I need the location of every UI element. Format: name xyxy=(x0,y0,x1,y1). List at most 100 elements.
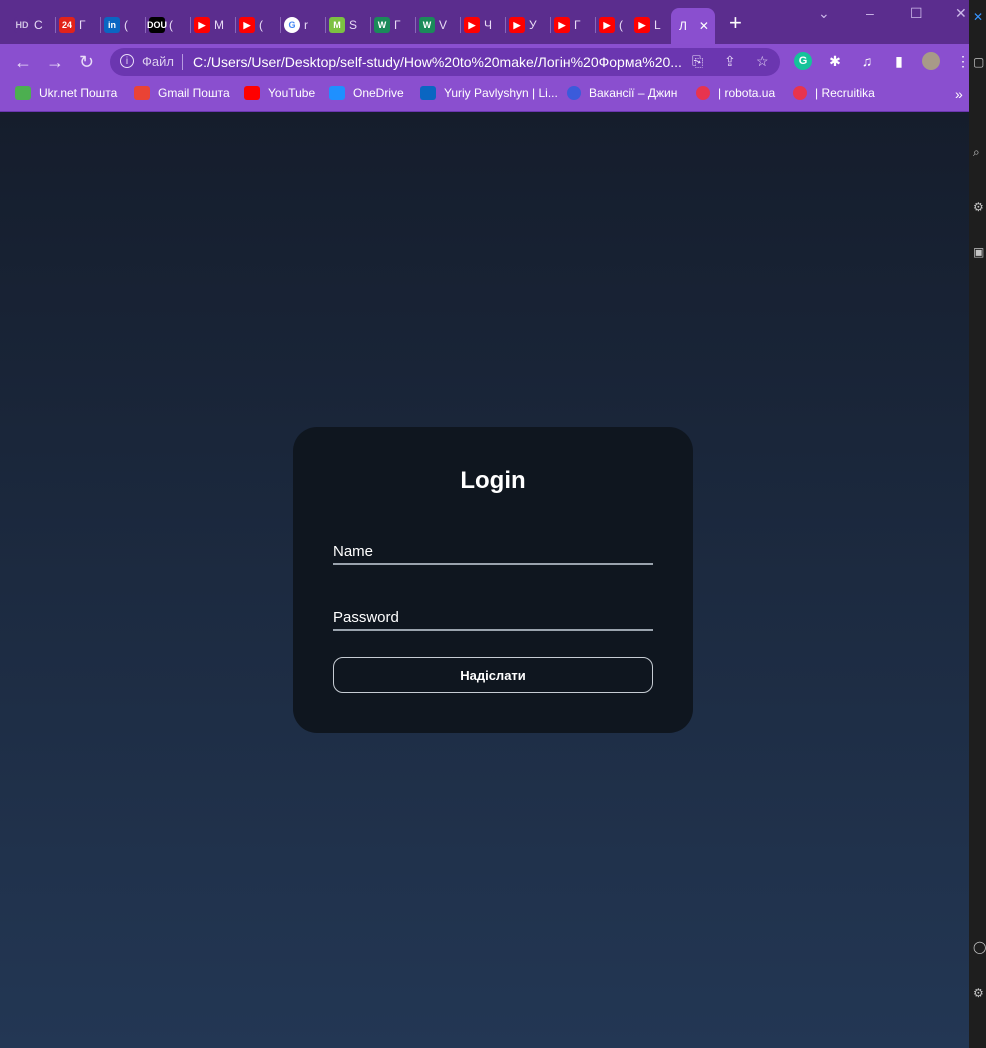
linkedin-icon xyxy=(420,86,436,100)
tab[interactable]: ▶ М xyxy=(194,10,224,40)
back-icon[interactable]: ← xyxy=(14,52,32,72)
tab-title: У xyxy=(529,18,537,32)
reload-icon[interactable]: ↻ xyxy=(79,52,94,72)
tab-separator xyxy=(505,17,506,33)
youtube-icon: ▶ xyxy=(599,17,615,33)
bookmark-item[interactable]: Вакансії – Джин xyxy=(567,86,677,100)
bookmark-item[interactable]: Ukr.net Пошта xyxy=(15,86,117,100)
close-icon[interactable]: ✕ xyxy=(699,19,709,33)
tab[interactable]: ▶ Ч xyxy=(464,10,492,40)
background-window-edge: ✕ ▢ ⌕ ⚙ ▣ ◯ ⚙ xyxy=(969,0,986,1048)
tab-strip: Л ✕ + ⌄ – ☐ ✕ HD С 24 Гin(DOU(▶ М ▶(Gr M S W Г W V ▶… xyxy=(0,0,969,44)
side-panel-icon[interactable]: ▮ xyxy=(890,52,908,70)
tab[interactable]: ▶( xyxy=(239,10,263,40)
extensions-icon[interactable]: ✱ xyxy=(826,52,844,70)
settings-icon: ⚙ xyxy=(973,986,984,1000)
djinni-icon xyxy=(567,86,581,100)
translate-icon[interactable]: ⎘ xyxy=(692,53,703,70)
password-input[interactable] xyxy=(333,603,653,629)
tab-title: ( xyxy=(124,18,128,32)
tab-separator xyxy=(235,17,236,33)
tab[interactable]: in ( xyxy=(104,10,128,40)
tab-active[interactable]: Л ✕ xyxy=(671,8,715,44)
tab[interactable]: ▶ Г xyxy=(554,10,581,40)
file-label: Файл xyxy=(142,54,174,69)
chevron-down-icon[interactable]: ⌄ xyxy=(818,5,830,22)
tab[interactable]: 24 Г xyxy=(59,10,86,40)
star-icon[interactable]: ☆ xyxy=(756,53,769,70)
tab-title: Ч xyxy=(484,18,492,32)
tab-title: Г xyxy=(394,18,401,32)
google-icon: G xyxy=(284,17,300,33)
tab-separator xyxy=(550,17,551,33)
tab[interactable]: MS xyxy=(329,10,357,40)
w-icon: W xyxy=(374,17,390,33)
close-icon[interactable]: ✕ xyxy=(973,10,986,24)
forward-icon[interactable]: → xyxy=(46,52,64,72)
bookmark-item[interactable]: YouTube xyxy=(244,86,315,100)
tab[interactable]: HD С xyxy=(14,10,43,40)
bookmark-label: | Recruitika xyxy=(815,86,875,100)
media-icon[interactable]: ♫ xyxy=(858,52,876,70)
bookmark-item[interactable]: Gmail Пошта xyxy=(134,86,230,100)
name-field[interactable]: Name xyxy=(333,537,653,565)
tab[interactable]: ▶ L xyxy=(634,10,661,40)
window-close-icon[interactable]: ✕ xyxy=(955,5,967,22)
info-icon[interactable]: i xyxy=(120,54,134,68)
tab-separator xyxy=(145,17,146,33)
page-content: Login Name Password Надіслати xyxy=(0,112,969,1048)
youtube-icon: ▶ xyxy=(509,17,525,33)
tab-title: Г xyxy=(574,18,581,32)
grammarly-icon[interactable]: G xyxy=(794,52,812,70)
bookmarks-bar: » Ukr.net Пошта Gmail Пошта YouTube OneDriv… xyxy=(0,80,969,112)
submit-button[interactable]: Надіслати xyxy=(333,657,653,693)
tab[interactable]: Gr xyxy=(284,10,308,40)
tab[interactable]: WV xyxy=(419,10,447,40)
bookmark-label: | robota.ua xyxy=(718,86,776,100)
tab-separator xyxy=(370,17,371,33)
linkedin-icon: in xyxy=(104,17,120,33)
new-tab-button[interactable]: + xyxy=(729,12,742,34)
w-icon: W xyxy=(419,17,435,33)
password-field[interactable]: Password xyxy=(333,603,653,631)
tab-separator xyxy=(595,17,596,33)
toolbar: ← → ↻ i Файл C:/Users/User/Desktop/self-… xyxy=(0,44,970,80)
tab-title: V xyxy=(439,18,448,32)
recruitika-icon xyxy=(793,86,807,100)
youtube-icon: ▶ xyxy=(194,17,210,33)
maximize-icon[interactable]: ☐ xyxy=(910,5,923,22)
dou-icon: DOU xyxy=(147,17,167,33)
bookmarks-more[interactable]: » xyxy=(955,86,963,102)
youtube-icon: ▶ xyxy=(554,17,570,33)
youtube-icon: ▶ xyxy=(239,17,255,33)
bookmark-label: OneDrive xyxy=(353,86,404,100)
tab-separator xyxy=(460,17,461,33)
tab[interactable]: ▶ У xyxy=(509,10,537,40)
tab-title: М xyxy=(214,18,224,32)
ukrnet-icon xyxy=(15,86,31,100)
gear-icon: ⚙ xyxy=(973,200,984,214)
url-text[interactable]: C:/Users/User/Desktop/self-study/How%20t… xyxy=(193,54,688,70)
tab[interactable]: ▶( xyxy=(599,10,623,40)
youtube-icon xyxy=(244,86,260,100)
tab[interactable]: DOU( xyxy=(147,10,173,40)
tab-title: r xyxy=(304,18,308,32)
address-bar[interactable]: i Файл C:/Users/User/Desktop/self-study/… xyxy=(110,48,780,76)
bookmark-item[interactable]: OneDrive xyxy=(329,86,404,100)
bookmark-item[interactable]: | Recruitika xyxy=(793,86,875,100)
minimize-icon[interactable]: – xyxy=(866,5,874,21)
tab-title: ( xyxy=(169,18,173,32)
gmail-icon xyxy=(134,86,150,100)
tab-title: ( xyxy=(619,18,623,32)
bookmark-item[interactable]: | robota.ua xyxy=(696,86,775,100)
youtube-icon: ▶ xyxy=(464,17,480,33)
bookmark-item[interactable]: Yuriy Pavlyshyn | Li... xyxy=(420,86,558,100)
name-input[interactable] xyxy=(333,537,653,563)
bookmark-label: Ukr.net Пошта xyxy=(39,86,118,100)
avatar[interactable] xyxy=(922,52,940,70)
tab-title: ( xyxy=(259,18,263,32)
tab-title: S xyxy=(349,18,358,32)
tab[interactable]: WГ xyxy=(374,10,401,40)
browser-window: Л ✕ + ⌄ – ☐ ✕ HD С 24 Гin(DOU(▶ М ▶(Gr M S W Г W V ▶… xyxy=(0,0,970,1048)
share-icon[interactable]: ⇪ xyxy=(724,53,736,70)
